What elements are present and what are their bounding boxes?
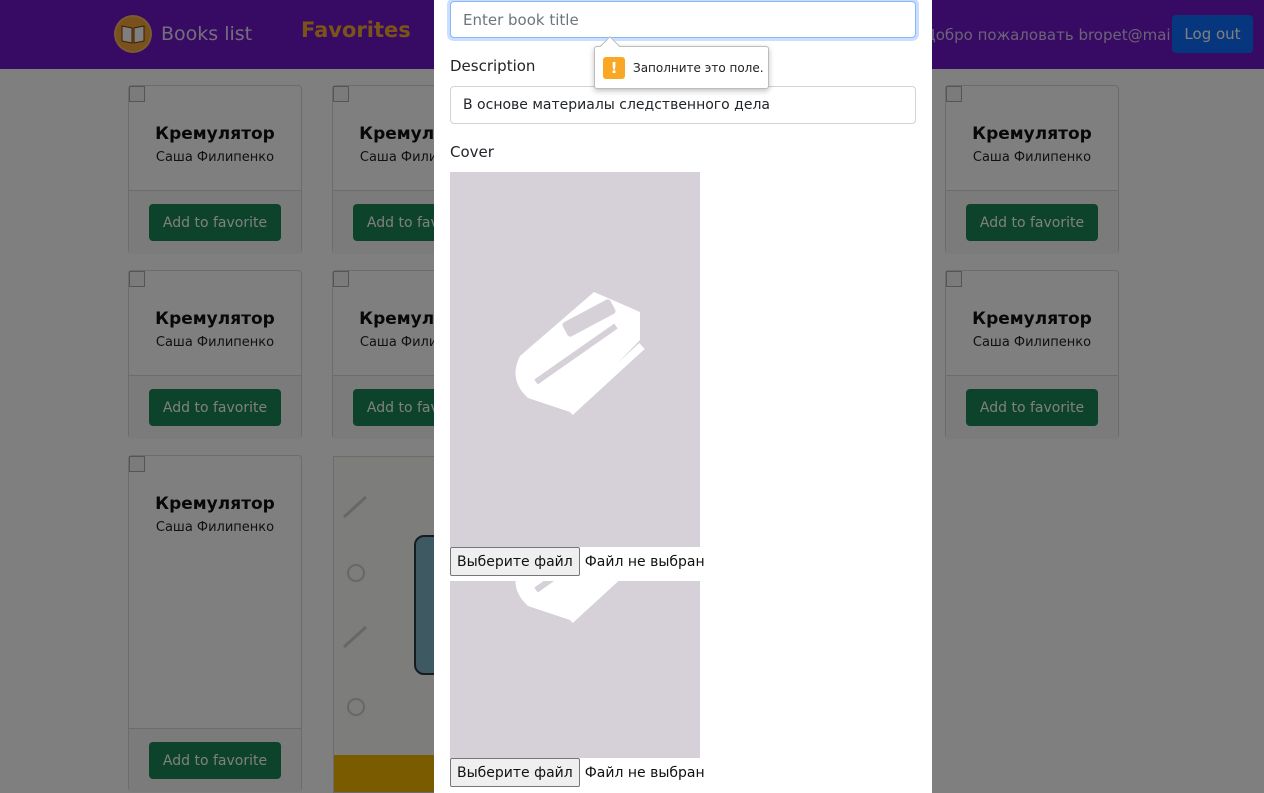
cover-label: Cover <box>450 143 494 161</box>
book-placeholder-icon <box>515 292 645 415</box>
description-input[interactable] <box>450 86 916 124</box>
choose-file-button[interactable]: Выберите файл <box>450 547 580 576</box>
cover-preview <box>450 172 700 547</box>
cover-file-input: Выберите файл Файл не выбран <box>450 758 709 787</box>
book-placeholder-icon <box>515 581 619 623</box>
file-status: Файл не выбран <box>584 553 705 570</box>
book-title-input[interactable] <box>450 1 916 38</box>
cover-preview <box>450 581 700 758</box>
warning-icon: ! <box>603 56 625 79</box>
file-status: Файл не выбран <box>584 764 705 781</box>
validation-tooltip: ! Заполните это поле. <box>594 36 769 89</box>
validation-message: Заполните это поле. <box>633 60 764 75</box>
add-book-modal: Description Cover Выберите файл Файл не … <box>434 0 932 793</box>
description-label: Description <box>450 57 536 75</box>
choose-file-button[interactable]: Выберите файл <box>450 758 580 787</box>
cover-file-input: Выберите файл Файл не выбран <box>450 547 709 576</box>
